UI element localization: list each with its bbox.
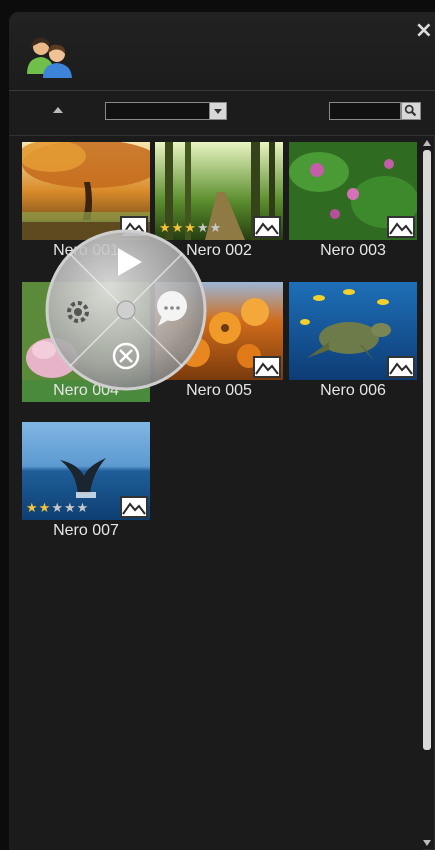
image-type-icon xyxy=(253,216,281,238)
media-browser-panel: × ★★★★★ Nero 002 Nero 003 Nero 004 Nero … xyxy=(9,12,435,850)
image-type-icon xyxy=(253,356,281,378)
thumbnail-nero-003[interactable] xyxy=(289,142,417,240)
image-type-icon xyxy=(120,496,148,518)
panel-header: × xyxy=(9,12,435,91)
rating-stars[interactable]: ★★★★★ xyxy=(26,501,89,516)
chevron-down-icon[interactable] xyxy=(209,102,227,120)
thumbnail-label: Nero 003 xyxy=(320,242,386,259)
thumbnail-label: Nero 007 xyxy=(53,522,119,539)
scroll-down-icon[interactable] xyxy=(423,840,431,846)
image-type-icon xyxy=(387,216,415,238)
thumbnail-label: Nero 006 xyxy=(320,382,386,399)
users-icon[interactable] xyxy=(25,34,73,78)
thumbnail-nero-001[interactable] xyxy=(22,142,150,240)
sort-ascending-icon[interactable] xyxy=(53,107,63,113)
vertical-scrollbar[interactable] xyxy=(423,136,433,850)
close-icon[interactable]: × xyxy=(415,20,433,42)
radial-action-menu xyxy=(45,229,207,391)
thumbnail-nero-006[interactable] xyxy=(289,282,417,380)
toolbar xyxy=(9,91,435,136)
thumbnail-nero-002[interactable]: ★★★★★ xyxy=(155,142,283,240)
search-input[interactable] xyxy=(329,102,401,120)
thumbnail-nero-007[interactable]: ★★★★★ xyxy=(22,422,150,520)
scroll-thumb[interactable] xyxy=(423,150,431,750)
image-type-icon xyxy=(387,356,415,378)
filter-dropdown[interactable] xyxy=(105,102,227,120)
search-icon[interactable] xyxy=(401,102,421,120)
scroll-up-icon[interactable] xyxy=(423,140,431,146)
